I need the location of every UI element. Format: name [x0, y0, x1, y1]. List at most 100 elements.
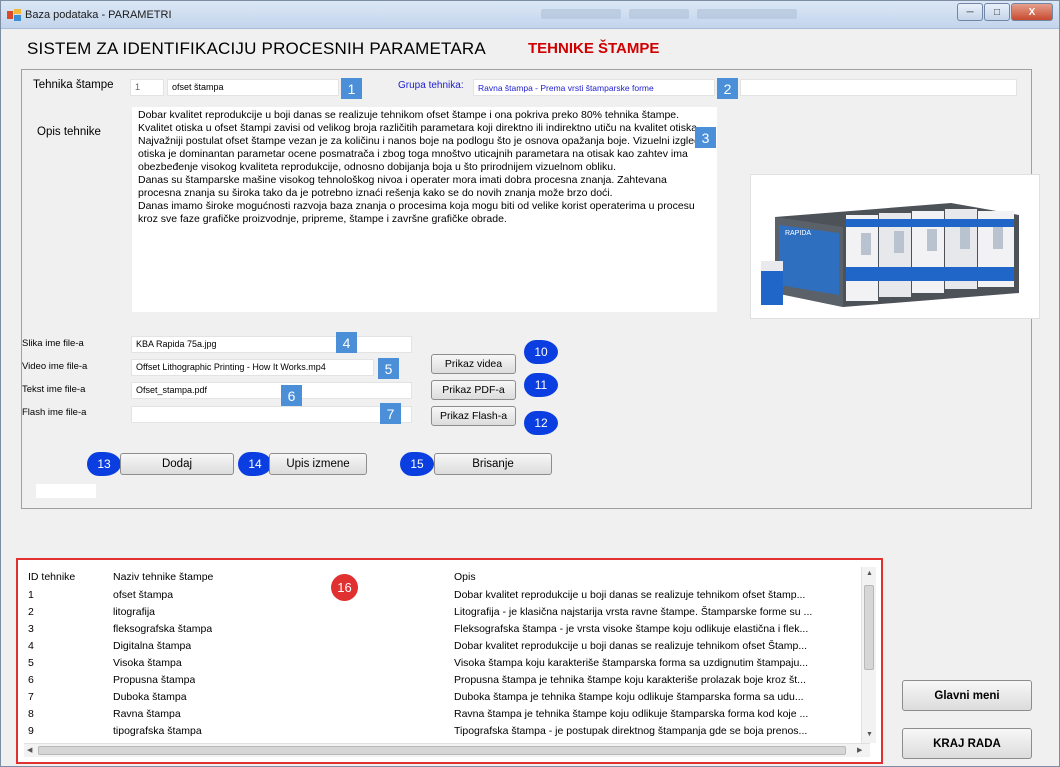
badge-14: 14 — [238, 452, 272, 476]
cell-opis: Duboka štampa je tehnika štampe koju odl… — [454, 691, 804, 703]
page-subtitle: TEHNIKE ŠTAMPE — [528, 40, 660, 57]
badge-1: 1 — [341, 78, 362, 99]
table-row[interactable]: 8 Ravna štampa Ravna štampa je tehnika š… — [24, 707, 870, 723]
tekst-field[interactable]: Ofset_stampa.pdf — [131, 382, 412, 399]
cell-id: 5 — [28, 657, 34, 669]
cell-id: 1 — [28, 589, 34, 601]
opis-paragraph: Najvažniji postulat ofset štampe vezan j… — [138, 135, 700, 173]
techniques-grid[interactable]: ID tehnike Naziv tehnike štampe Opis 1 o… — [24, 567, 870, 743]
technique-form-panel: Tehnika štampe 1 ofset štampa 1 Grupa te… — [21, 69, 1040, 509]
cell-opis: Fleksografska štampa - je vrsta visoke š… — [454, 623, 809, 635]
opis-textarea[interactable]: Dobar kvalitet reprodukcije u boji danas… — [132, 107, 717, 312]
vertical-scrollbar[interactable]: ▲ ▼ — [861, 567, 876, 743]
close-button[interactable]: X — [1011, 3, 1053, 21]
title-blur — [697, 9, 797, 19]
horizontal-scroll-thumb[interactable] — [38, 746, 846, 755]
opis-paragraph: Danas imamo široke mogućnosti razvoja ba… — [138, 200, 695, 225]
opis-paragraph: Danas su štamparske mašine visokog tehno… — [138, 174, 667, 199]
horizontal-scrollbar[interactable]: ◀ ▶ — [24, 743, 870, 757]
flash-label: Flash ime file-a — [22, 407, 87, 418]
cell-id: 7 — [28, 691, 34, 703]
cell-naziv: litografija — [113, 606, 156, 618]
upis-izmene-button[interactable]: Upis izmene — [269, 453, 367, 475]
table-row[interactable]: 6 Propusna štampa Propusna štampa je teh… — [24, 673, 870, 689]
window-title: Baza podataka - PARAMETRI — [25, 9, 172, 21]
cell-id: 4 — [28, 640, 34, 652]
table-row[interactable]: 5 Visoka štampa Visoka štampa koju karak… — [24, 656, 870, 672]
table-row[interactable]: 2 litografija Litografija - je klasična … — [24, 605, 870, 621]
prikaz-flash-button[interactable]: Prikaz Flash-a — [431, 406, 516, 426]
grupa-value: Ravna štampa - Prema vrsti štamparske fo… — [478, 83, 654, 93]
video-field[interactable]: Offset Lithographic Printing - How It Wo… — [131, 359, 374, 376]
table-row[interactable]: 7 Duboka štampa Duboka štampa je tehnika… — [24, 690, 870, 706]
flash-field[interactable] — [131, 406, 412, 423]
technique-image: RAPIDA — [750, 174, 1040, 319]
tehnika-name-field[interactable]: ofset štampa — [167, 79, 339, 96]
prikaz-pdf-button[interactable]: Prikaz PDF-a — [431, 380, 516, 400]
cell-naziv: Digitalna štampa — [113, 640, 192, 652]
badge-13: 13 — [87, 452, 121, 476]
cell-id: 2 — [28, 606, 34, 618]
slika-label: Slika ime file-a — [22, 338, 84, 349]
grupa-extra-field[interactable] — [740, 79, 1017, 96]
opis-paragraph: Dobar kvalitet reprodukcije u boji danas… — [138, 109, 701, 134]
tehnika-id-field[interactable]: 1 — [130, 79, 164, 96]
slika-field[interactable]: KBA Rapida 75a.jpg — [131, 336, 412, 353]
cell-naziv: Ravna štampa — [113, 708, 181, 720]
cell-id: 8 — [28, 708, 34, 720]
table-row[interactable]: 1 ofset štampa Dobar kvalitet reprodukci… — [24, 588, 870, 604]
grid-header-naziv[interactable]: Naziv tehnike štampe — [113, 571, 213, 583]
badge-7: 7 — [380, 403, 401, 424]
badge-15: 15 — [400, 452, 434, 476]
cell-id: 6 — [28, 674, 34, 686]
status-box — [36, 484, 96, 498]
brisanje-button[interactable]: Brisanje — [434, 453, 552, 475]
scroll-down-icon[interactable]: ▼ — [866, 731, 873, 738]
kraj-rada-button[interactable]: KRAJ RADA — [902, 728, 1032, 759]
table-row[interactable]: 3 fleksografska štampa Fleksografska šta… — [24, 622, 870, 638]
app-window: Baza podataka - PARAMETRI ─ □ X SISTEM Z… — [0, 0, 1060, 767]
cell-opis: Propusna štampa je tehnika štampe koju k… — [454, 674, 806, 686]
cell-naziv: Propusna štampa — [113, 674, 196, 686]
cell-opis: Visoka štampa koju karakteriše štamparsk… — [454, 657, 809, 669]
minimize-button[interactable]: ─ — [957, 3, 983, 21]
grupa-field[interactable]: Ravna štampa - Prema vrsti štamparske fo… — [473, 79, 715, 96]
cell-opis: Litografija - je klasična najstarija vrs… — [454, 606, 813, 618]
badge-10: 10 — [524, 340, 558, 364]
vertical-scroll-thumb[interactable] — [864, 585, 874, 670]
cell-opis: Tipografska štampa - je postupak direktn… — [454, 725, 808, 737]
maximize-button[interactable]: □ — [984, 3, 1010, 21]
badge-4: 4 — [336, 332, 357, 353]
tehnika-label: Tehnika štampe — [33, 79, 114, 91]
cell-naziv: ofset štampa — [113, 589, 174, 601]
close-icon: X — [1028, 6, 1036, 18]
table-row[interactable]: 9 tipografska štampa Tipografska štampa … — [24, 724, 870, 740]
scroll-right-icon[interactable]: ▶ — [857, 746, 862, 754]
badge-11: 11 — [524, 373, 558, 397]
cell-id: 9 — [28, 725, 34, 737]
badge-3: 3 — [695, 127, 716, 148]
glavni-meni-button[interactable]: Glavni meni — [902, 680, 1032, 711]
scroll-left-icon[interactable]: ◀ — [27, 746, 32, 754]
grid-header-id[interactable]: ID tehnike — [28, 571, 75, 583]
badge-6: 6 — [281, 385, 302, 406]
cell-opis: Dobar kvalitet reprodukcije u boji danas… — [454, 640, 808, 652]
image-label: RAPIDA — [785, 230, 811, 237]
table-row[interactable]: 4 Digitalna štampa Dobar kvalitet reprod… — [24, 639, 870, 655]
database-app-icon — [7, 9, 21, 21]
badge-2: 2 — [717, 78, 738, 99]
grid-header-opis[interactable]: Opis — [454, 571, 476, 583]
cell-naziv: fleksografska štampa — [113, 623, 213, 635]
title-bar: Baza podataka - PARAMETRI ─ □ X — [1, 1, 1059, 29]
minimize-icon: ─ — [966, 6, 974, 18]
techniques-grid-frame: ID tehnike Naziv tehnike štampe Opis 1 o… — [16, 558, 883, 764]
prikaz-videa-button[interactable]: Prikaz videa — [431, 354, 516, 374]
dodaj-button[interactable]: Dodaj — [120, 453, 234, 475]
badge-5: 5 — [378, 358, 399, 379]
grupa-label: Grupa tehnika: — [398, 80, 464, 91]
scroll-up-icon[interactable]: ▲ — [866, 570, 873, 577]
badge-16: 16 — [331, 574, 358, 601]
badge-12: 12 — [524, 411, 558, 435]
cell-id: 3 — [28, 623, 34, 635]
window-controls: ─ □ X — [957, 3, 1053, 21]
